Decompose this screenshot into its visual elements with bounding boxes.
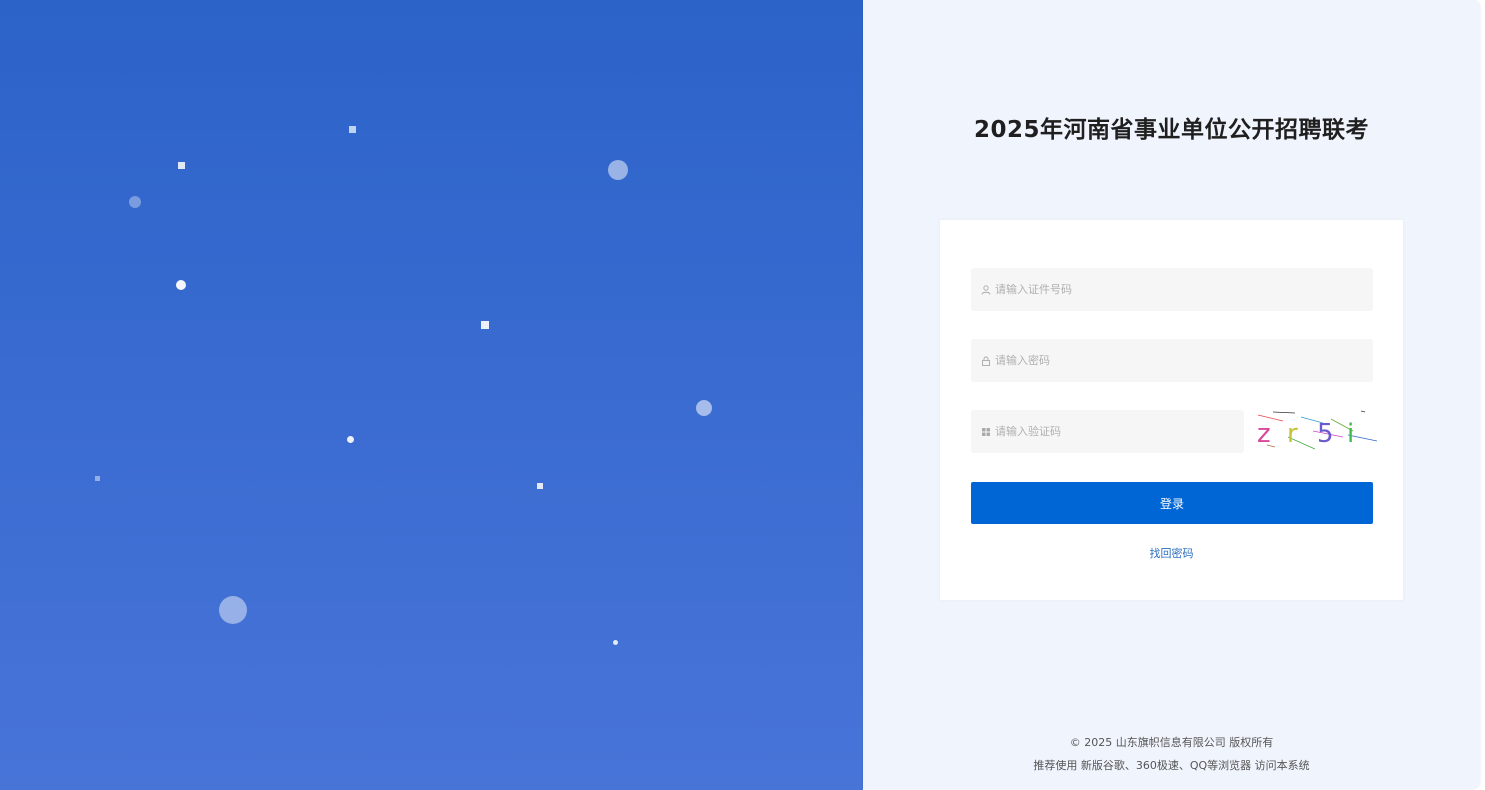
login-panel: 2025年河南省事业单位公开招聘联考 请输入证件号码 请输入验证码 z r 5 … [863,0,1480,789]
grid-icon [980,426,992,438]
particle-square [537,483,543,489]
page-title: 2025年河南省事业单位公开招聘联考 [973,117,1369,143]
particle-square [95,476,100,481]
user-icon [980,284,992,296]
id-number-input[interactable] [995,268,1373,311]
particle-circle [219,596,247,624]
id-number-field[interactable] [971,268,1373,311]
particle-circle [696,400,712,416]
captcha-image[interactable]: z r 5 i [1253,409,1378,453]
decorative-background-panel [0,0,863,790]
captcha-field[interactable] [971,410,1244,453]
captcha-input[interactable] [995,410,1244,453]
forgot-password-link[interactable]: 找回密码 [940,545,1403,561]
particle-square [178,162,185,169]
captcha-char: r [1287,419,1298,449]
particle-circle [176,280,186,290]
lock-icon [980,355,992,367]
captcha-char: z [1257,419,1271,449]
login-card: z r 5 i 登录 找回密码 [940,220,1403,600]
browser-recommendation-text: 推荐使用 新版谷歌、360极速、QQ等浏览器 访问本系统 [1033,759,1310,772]
particle-circle [347,436,354,443]
particle-circle [608,160,628,180]
captcha-char: i [1347,419,1354,449]
login-button[interactable]: 登录 [971,482,1373,524]
password-field[interactable] [971,339,1373,382]
particle-square [481,321,489,329]
particle-circle [613,640,618,645]
particle-square [349,126,356,133]
particle-circle [129,196,141,208]
password-input[interactable] [995,339,1373,382]
captcha-char: 5 [1317,419,1334,449]
copyright-text: © 2025 山东旗帜信息有限公司 版权所有 [1069,736,1274,749]
